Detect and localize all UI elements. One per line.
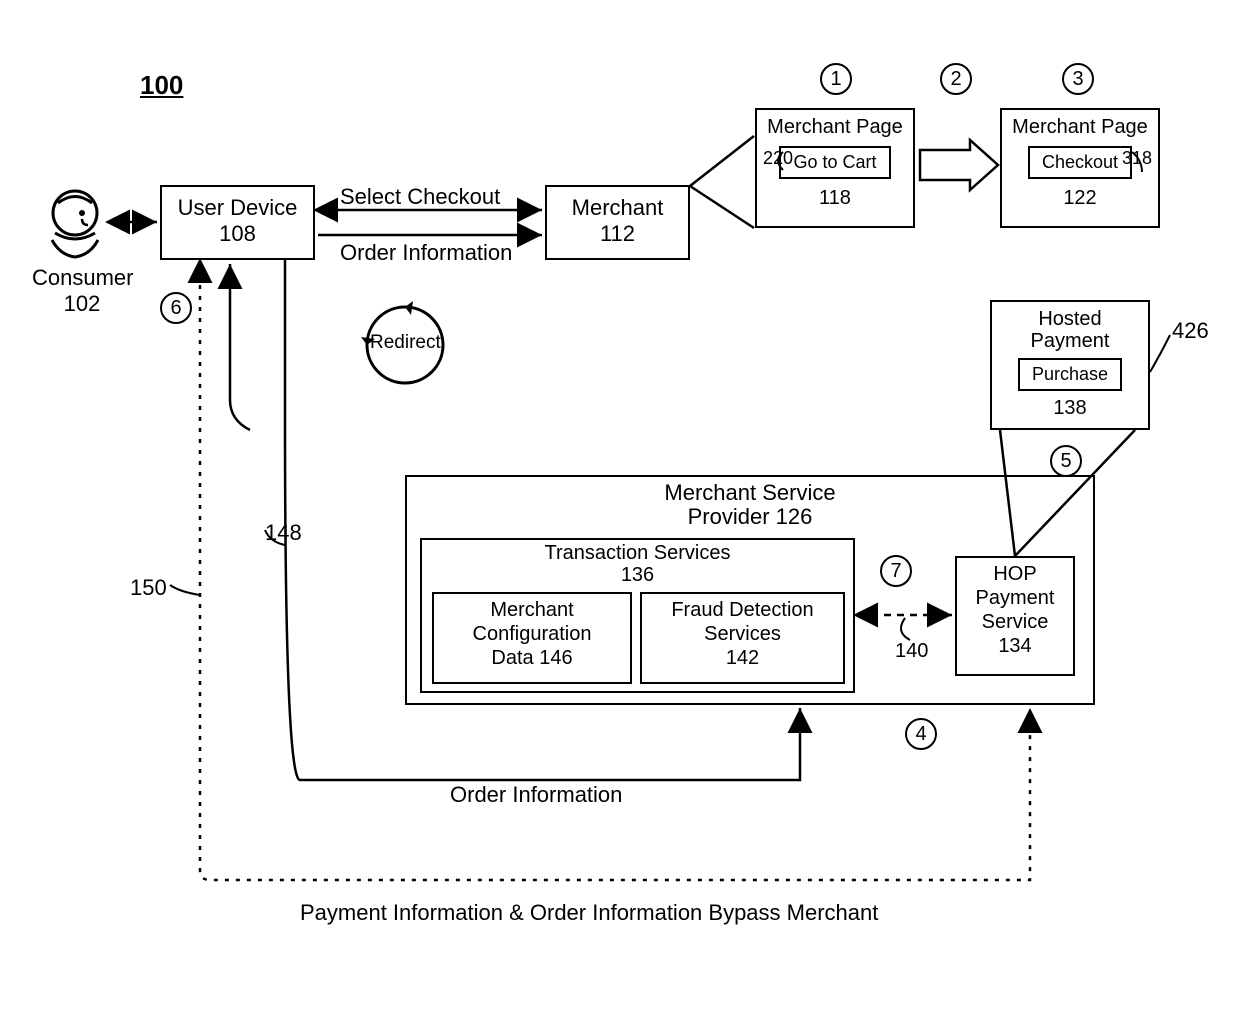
step-1: 1 [820,63,852,95]
figure-number: 100 [140,70,183,101]
step-5: 5 [1050,445,1082,477]
checkout-button: Checkout [1028,146,1132,179]
merchant-config-box: Merchant Configuration Data 146 [432,592,632,684]
link-140-label: 140 [895,640,928,663]
merchant-page-2-inner-ref: 318 [1122,148,1152,169]
go-to-cart-button: Go to Cart [779,146,890,179]
step-7: 7 [880,555,912,587]
step-3: 3 [1062,63,1094,95]
hosted-payment-inner-ref: 426 [1172,318,1209,344]
consumer-icon [40,185,110,265]
purchase-button: Purchase [1018,358,1122,391]
step-6: 6 [160,292,192,324]
bypass-merchant-label: Payment Information & Order Information … [300,900,878,926]
path-150-label: 150 [130,575,167,601]
merchant-page-1: Merchant Page 220 Go to Cart 118 [755,108,915,228]
order-information-bottom: Order Information [450,782,622,808]
merchant-page-1-inner-ref: 220 [763,148,793,169]
redirect-label: Redirect [370,332,441,354]
step-4: 4 [905,718,937,750]
consumer-label: Consumer 102 [32,265,132,317]
merchant-page-2: Merchant Page 318 Checkout 122 [1000,108,1160,228]
hosted-payment-box: HostedPayment Purchase 138 [990,300,1150,430]
merchant-box: Merchant 112 [545,185,690,260]
select-checkout-label: Select Checkout [340,184,500,210]
user-device-box: User Device 108 [160,185,315,260]
path-148-label: 148 [265,520,302,546]
fraud-detection-box: Fraud Detection Services 142 [640,592,845,684]
order-information-label-top: Order Information [340,240,512,266]
hop-service-box: HOP Payment Service 134 [955,556,1075,676]
step-2: 2 [940,63,972,95]
